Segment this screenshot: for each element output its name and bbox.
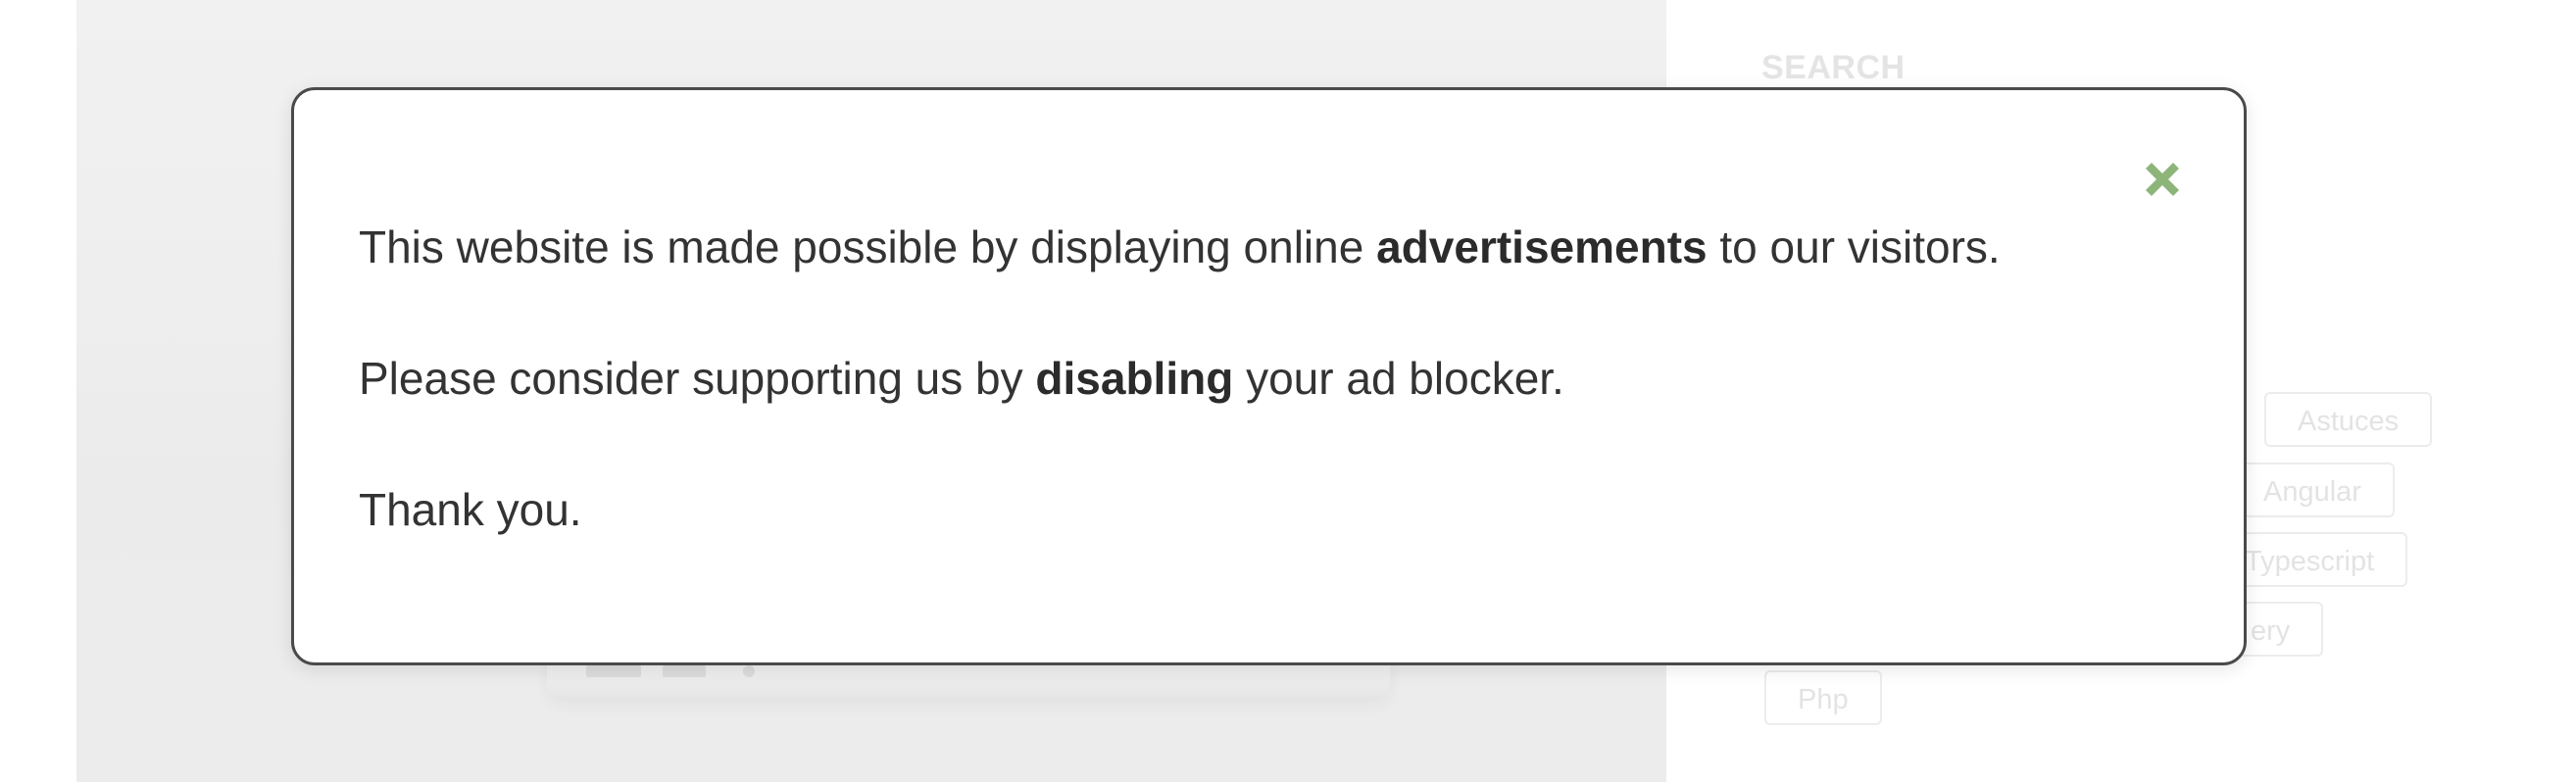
modal-thank-you: Thank you.: [359, 484, 582, 535]
close-button[interactable]: [2138, 155, 2187, 204]
line2-text-before: Please consider supporting us by: [359, 353, 1036, 404]
modal-message-line-2: Please consider supporting us by disabli…: [359, 352, 1564, 405]
page: SEARCH Astuces Angular Typescript ery Ph…: [0, 0, 2576, 782]
line1-text-after: to our visitors.: [1707, 221, 2001, 272]
line1-bold-text: advertisements: [1376, 221, 1708, 272]
line2-text-after: your ad blocker.: [1233, 353, 1564, 404]
line1-text-before: This website is made possible by display…: [359, 221, 1377, 272]
line2-bold-text: disabling: [1035, 353, 1234, 404]
modal-message-line-1: This website is made possible by display…: [359, 220, 2001, 273]
adblock-modal: This website is made possible by display…: [291, 87, 2247, 665]
close-icon: [2146, 163, 2179, 196]
